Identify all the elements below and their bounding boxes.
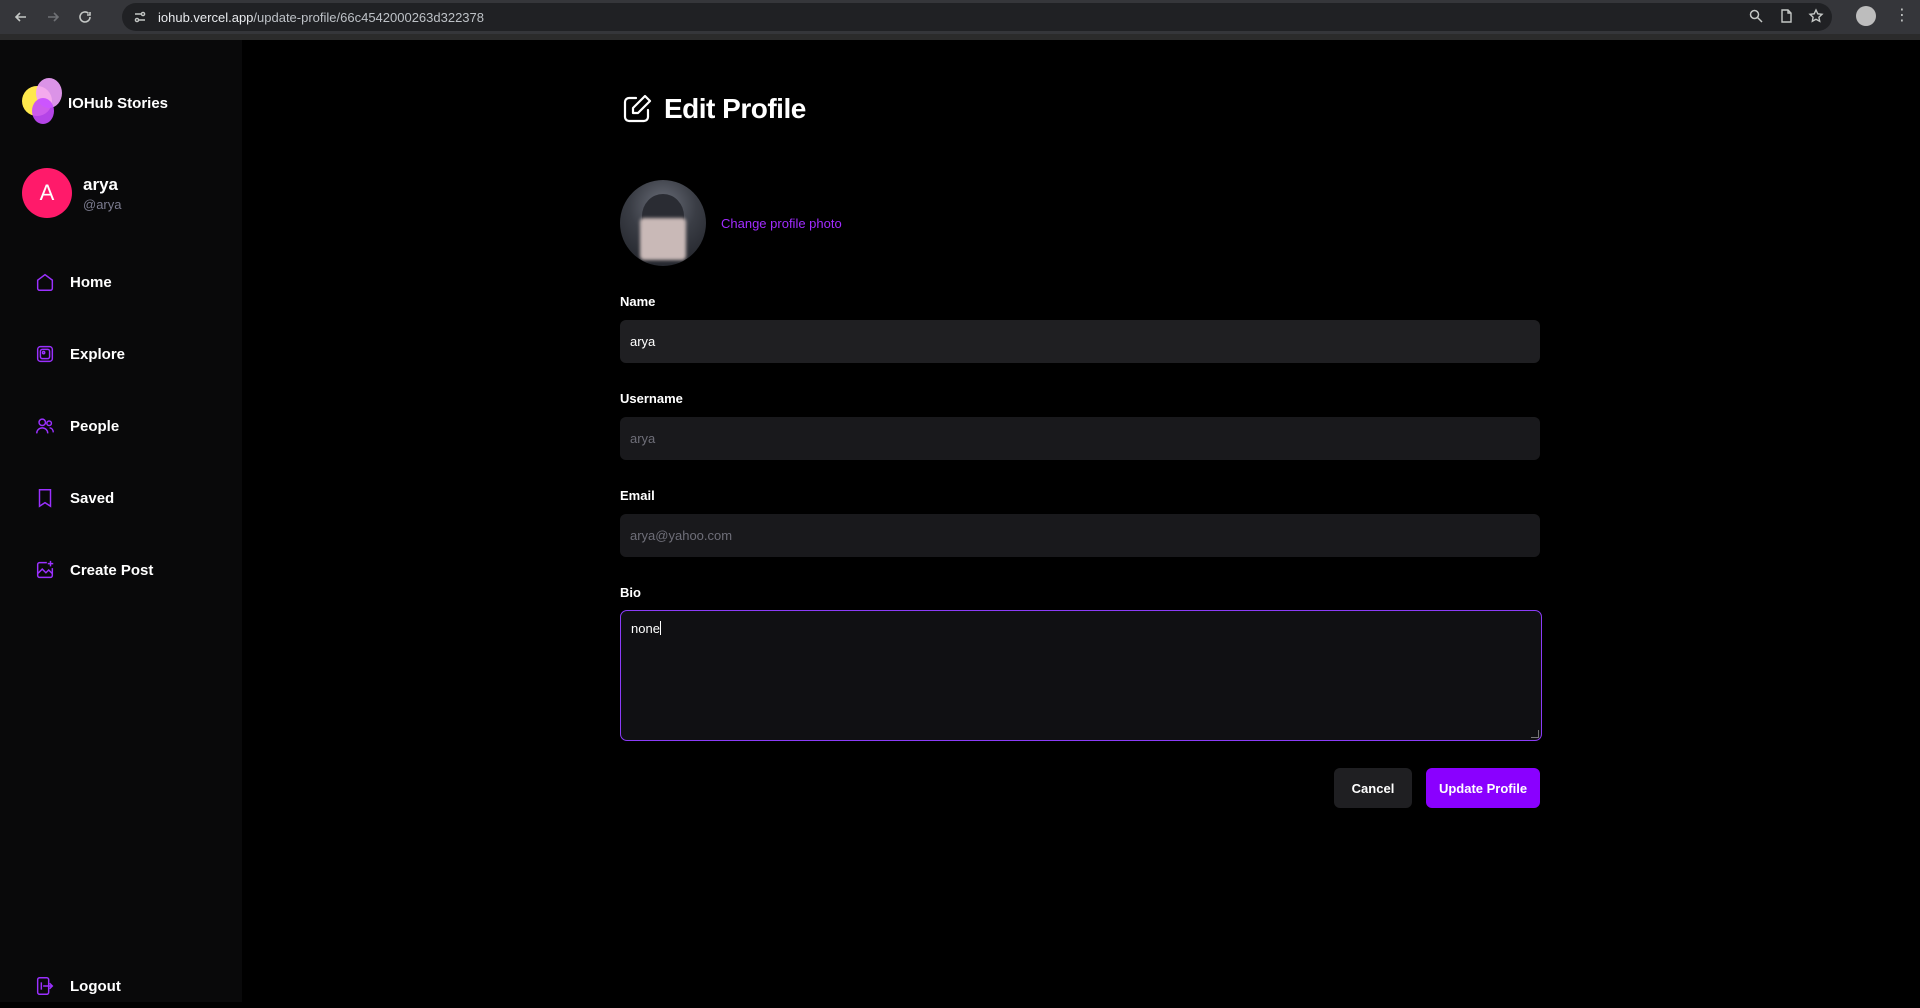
create-post-icon (36, 560, 54, 579)
forward-icon[interactable] (42, 6, 64, 28)
saved-icon (38, 489, 52, 508)
username-field[interactable]: arya (620, 417, 1540, 460)
edit-icon (623, 94, 652, 123)
user-profile-link[interactable]: A arya @arya (22, 168, 122, 218)
bio-label: Bio (620, 585, 641, 600)
sidebar-item-home[interactable]: Home (22, 260, 220, 304)
sidebar-item-label: Home (70, 273, 112, 291)
logout-button[interactable]: Logout (22, 964, 220, 1008)
name-field[interactable]: arya (620, 320, 1540, 363)
address-bar[interactable]: iohub.vercel.app/update-profile/66c45420… (122, 3, 1832, 31)
logo-text: IOHub Stories (68, 94, 169, 112)
sidebar-item-explore[interactable]: Explore (22, 332, 220, 376)
user-name: arya (83, 174, 118, 194)
people-icon (36, 418, 54, 434)
back-icon[interactable] (10, 6, 32, 28)
username-label: Username (620, 391, 683, 406)
explore-icon (36, 345, 54, 363)
logo-mark-icon (22, 78, 68, 128)
page-title: Edit Profile (664, 93, 806, 124)
browser-menu-icon[interactable]: ⋮ (1894, 6, 1910, 26)
cancel-button[interactable]: Cancel (1334, 768, 1412, 808)
main-content: Edit Profile Change profile photo Name a… (242, 40, 1920, 1002)
page-info-icon[interactable] (1778, 8, 1794, 24)
page-header: Edit Profile (620, 92, 806, 126)
email-label: Email (620, 488, 655, 503)
profile-photo-row: Change profile photo (620, 180, 842, 266)
site-settings-icon[interactable] (132, 9, 148, 25)
text-caret (659, 621, 661, 635)
sidebar-item-saved[interactable]: Saved (22, 476, 220, 520)
sidebar-item-people[interactable]: People (22, 404, 220, 448)
bio-textarea[interactable]: none (620, 610, 1542, 741)
resize-handle[interactable] (1531, 730, 1539, 738)
bookmark-star-icon[interactable] (1808, 8, 1824, 24)
sidebar-item-create-post[interactable]: Create Post (22, 548, 220, 592)
sidebar-item-label: Saved (70, 489, 115, 507)
email-field[interactable]: arya@yahoo.com (620, 514, 1540, 557)
app-logo[interactable]: IOHub Stories (22, 78, 168, 128)
browser-profile-avatar[interactable] (1856, 6, 1876, 26)
update-profile-button[interactable]: Update Profile (1426, 768, 1540, 808)
sidebar-item-label: Create Post (70, 561, 154, 579)
profile-photo[interactable] (620, 180, 706, 266)
logout-label: Logout (70, 977, 121, 995)
logout-icon (36, 977, 54, 995)
change-profile-photo-link[interactable]: Change profile photo (721, 216, 842, 231)
bio-text: none (631, 621, 660, 636)
sidebar: IOHub Stories A arya @arya Home Explore … (0, 40, 242, 1002)
url-text: iohub.vercel.app/update-profile/66c45420… (158, 9, 484, 25)
sidebar-item-label: People (70, 417, 120, 435)
browser-toolbar: iohub.vercel.app/update-profile/66c45420… (0, 0, 1920, 34)
sidebar-nav: Home Explore People Saved Create Post (22, 260, 220, 620)
sidebar-item-label: Explore (70, 345, 126, 363)
reload-icon[interactable] (74, 6, 96, 28)
zoom-icon[interactable] (1748, 8, 1764, 24)
avatar: A (22, 168, 72, 218)
home-icon (36, 273, 54, 291)
user-handle: @arya (83, 196, 122, 212)
name-label: Name (620, 294, 656, 309)
